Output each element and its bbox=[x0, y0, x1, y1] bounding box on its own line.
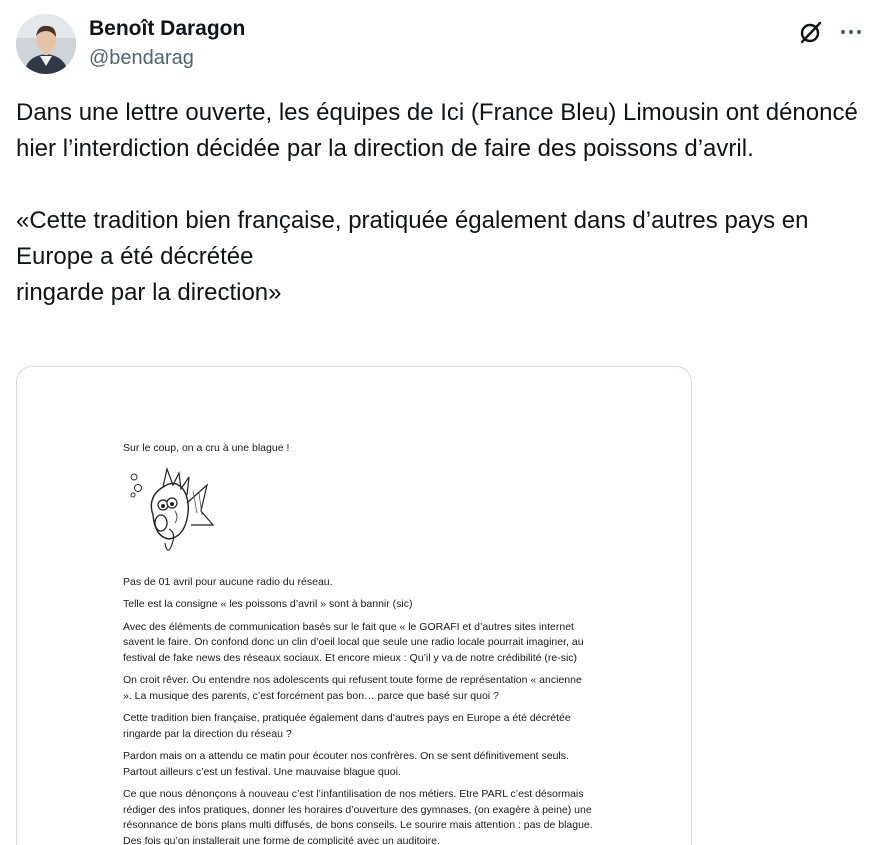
author-block: Benoît Daragon @bendarag bbox=[89, 16, 245, 71]
more-icon[interactable] bbox=[837, 18, 865, 46]
avatar[interactable] bbox=[16, 14, 76, 74]
document-paragraph: Telle est la consigne « les poissons d’a… bbox=[123, 598, 413, 610]
tweet-paragraph: Dans une lettre ouverte, les équipes de … bbox=[16, 99, 858, 162]
tweet-text: Dans une lettre ouverte, les équipes de … bbox=[16, 95, 866, 311]
document-paragraph: Pardon mais on a attendu ce matin pour é… bbox=[123, 750, 569, 778]
document-page: Sur le coup, on a cru à une blague ! Pas… bbox=[123, 441, 593, 845]
tweet-header: Benoît Daragon @bendarag bbox=[16, 14, 865, 76]
fish-illustration bbox=[130, 466, 215, 551]
document-paragraph: Ce que nous dénonçons à nouveau c’est l’… bbox=[123, 788, 593, 845]
author-name[interactable]: Benoît Daragon bbox=[89, 16, 245, 42]
document-heading-line: Sur le coup, on a cru à une blague ! bbox=[123, 442, 290, 454]
tweet-media-image[interactable]: Sur le coup, on a cru à une blague ! Pas… bbox=[16, 366, 692, 845]
document-paragraph: Pas de 01 avril pour aucune radio du rés… bbox=[123, 575, 333, 588]
document-paragraph: Avec des éléments de communication basés… bbox=[123, 620, 584, 664]
grok-icon[interactable] bbox=[797, 18, 825, 46]
document-paragraph: Cette tradition bien française, pratiqué… bbox=[123, 712, 571, 740]
avatar-image bbox=[16, 14, 76, 74]
tweet-quote-line: «Cette tradition bien française, pratiqu… bbox=[16, 207, 809, 270]
tweet-quote-line: ringarde par la direction» bbox=[16, 279, 282, 306]
document-paragraph: On croit rêver. Ou entendre nos adolesce… bbox=[123, 674, 582, 702]
author-handle[interactable]: @bendarag bbox=[89, 45, 245, 71]
